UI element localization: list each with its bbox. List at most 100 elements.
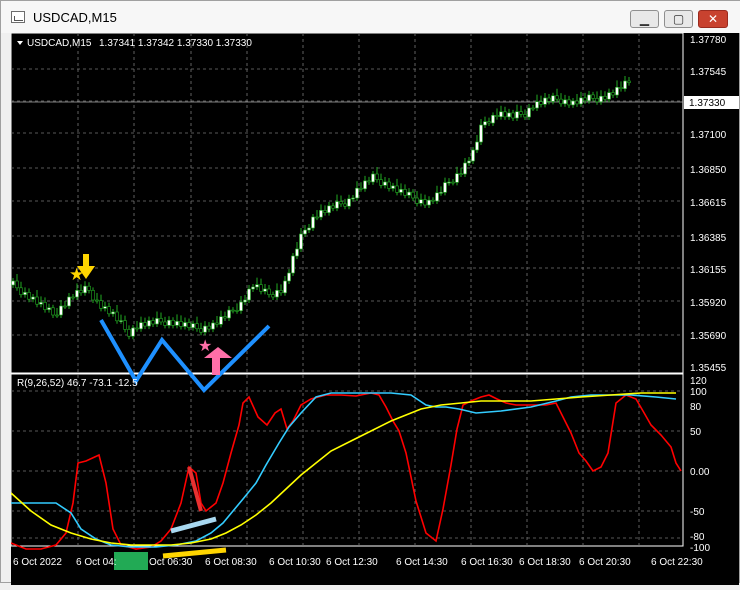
time-tick: 6 Oct 10:30 [269,557,321,568]
candle-body [115,311,119,322]
candle-body [263,288,267,292]
symbol-label: USDCAD,M15 [27,38,92,49]
candle-body [143,322,147,327]
candle-body [479,124,483,143]
time-tick: 6 Oct 18:30 [519,557,571,568]
candle-body [531,107,535,110]
candle-body [251,286,255,290]
candle-body [155,318,159,325]
candle-body [119,320,123,322]
price-tick: 1.36155 [690,265,727,276]
candle-body [359,187,363,190]
maximize-button[interactable]: ▢ [664,10,693,28]
candle-body [207,325,211,330]
candle-body [363,180,367,190]
candle-body [403,189,407,196]
candle-body [171,319,175,326]
candle-body [351,197,355,200]
candle-body [487,121,491,124]
candle-body [327,205,331,213]
candle-body [547,97,551,102]
candle-body [311,216,315,229]
price-axis: 1.37780 1.37545 1.37100 1.36850 1.36615 … [690,35,727,374]
close-button[interactable]: ✕ [698,10,728,28]
candle-body [43,302,47,310]
candle-body [375,173,379,180]
candle-body [323,210,327,213]
price-tick: 1.36385 [690,233,727,244]
candle-body [523,114,527,118]
candle-body [627,80,631,83]
indicator-axis: 120 100 80 50 0.00 -50 -80 -100 [690,376,710,554]
candle-body [215,322,219,325]
candle-body [371,173,375,183]
candle-body [23,292,27,295]
window-title: USDCAD,M15 [33,10,117,25]
candle-body [223,316,227,319]
candle-body [595,98,599,103]
candle-body [131,327,135,337]
time-tick: 6 Oct 12:30 [326,557,378,568]
chart-area[interactable]: ★ ★ USDCAD,M15 1.37341 1.37342 1.37330 1… [10,32,739,585]
candle-body [163,321,167,326]
candle-body [27,292,31,300]
candle-body [191,323,195,328]
price-tick: 1.37780 [690,35,727,46]
candle-body [563,99,567,105]
candle-body [399,189,403,193]
candle-body [619,87,623,89]
close-icon: ✕ [707,12,719,26]
candle-body [291,255,295,274]
candle-body [159,318,163,323]
candle-body [583,97,587,102]
candle-body [31,296,35,300]
candle-body [451,181,455,184]
candle-body [415,197,419,204]
candle-body [355,187,359,199]
candle-body [219,316,223,325]
candle-body [279,290,283,294]
candle-body [235,310,239,312]
candle-body [543,97,547,105]
candle-body [203,325,207,333]
time-tick: 6 Oct 20:30 [579,557,631,568]
candle-body [239,301,243,311]
candle-body [79,290,83,294]
price-tick: 1.37100 [690,130,727,141]
time-tick: 6 Oct 22:30 [651,557,703,568]
candle-body [243,299,247,303]
maximize-icon: ▢ [672,12,685,26]
candle-body [611,92,615,96]
candle-body [259,284,263,292]
price-tick: 1.35920 [690,298,727,309]
candle-body [535,101,539,109]
candle-body [407,191,411,196]
indicator-tick: 120 [690,376,707,387]
price-tick: 1.36850 [690,165,727,176]
candle-body [187,322,191,328]
minimize-icon: ▁ [639,12,650,26]
candle-body [483,121,487,126]
candle-body [575,100,579,105]
title-bar: USDCAD,M15 ▁ ▢ ✕ [1,1,740,33]
candle-body [111,311,115,315]
candle-body [603,95,607,100]
candle-body [607,92,611,100]
time-axis: 6 Oct 2022 6 Oct 04: Oct 06:30 6 Oct 08:… [13,557,703,568]
candle-body [347,198,351,207]
minimize-button[interactable]: ▁ [630,10,659,28]
candle-body [551,95,555,102]
indicator-tick: -50 [690,507,705,518]
candle-body [395,185,399,193]
candle-body [319,210,323,218]
candle-body [127,329,131,337]
candle-body [135,327,139,330]
candle-body [51,307,55,316]
candle-body [367,180,371,183]
candle-body [303,229,307,235]
candle-body [227,309,231,319]
candle-body [427,199,431,206]
candle-body [555,95,559,100]
candle-body [47,307,51,310]
candle-body [271,294,275,298]
